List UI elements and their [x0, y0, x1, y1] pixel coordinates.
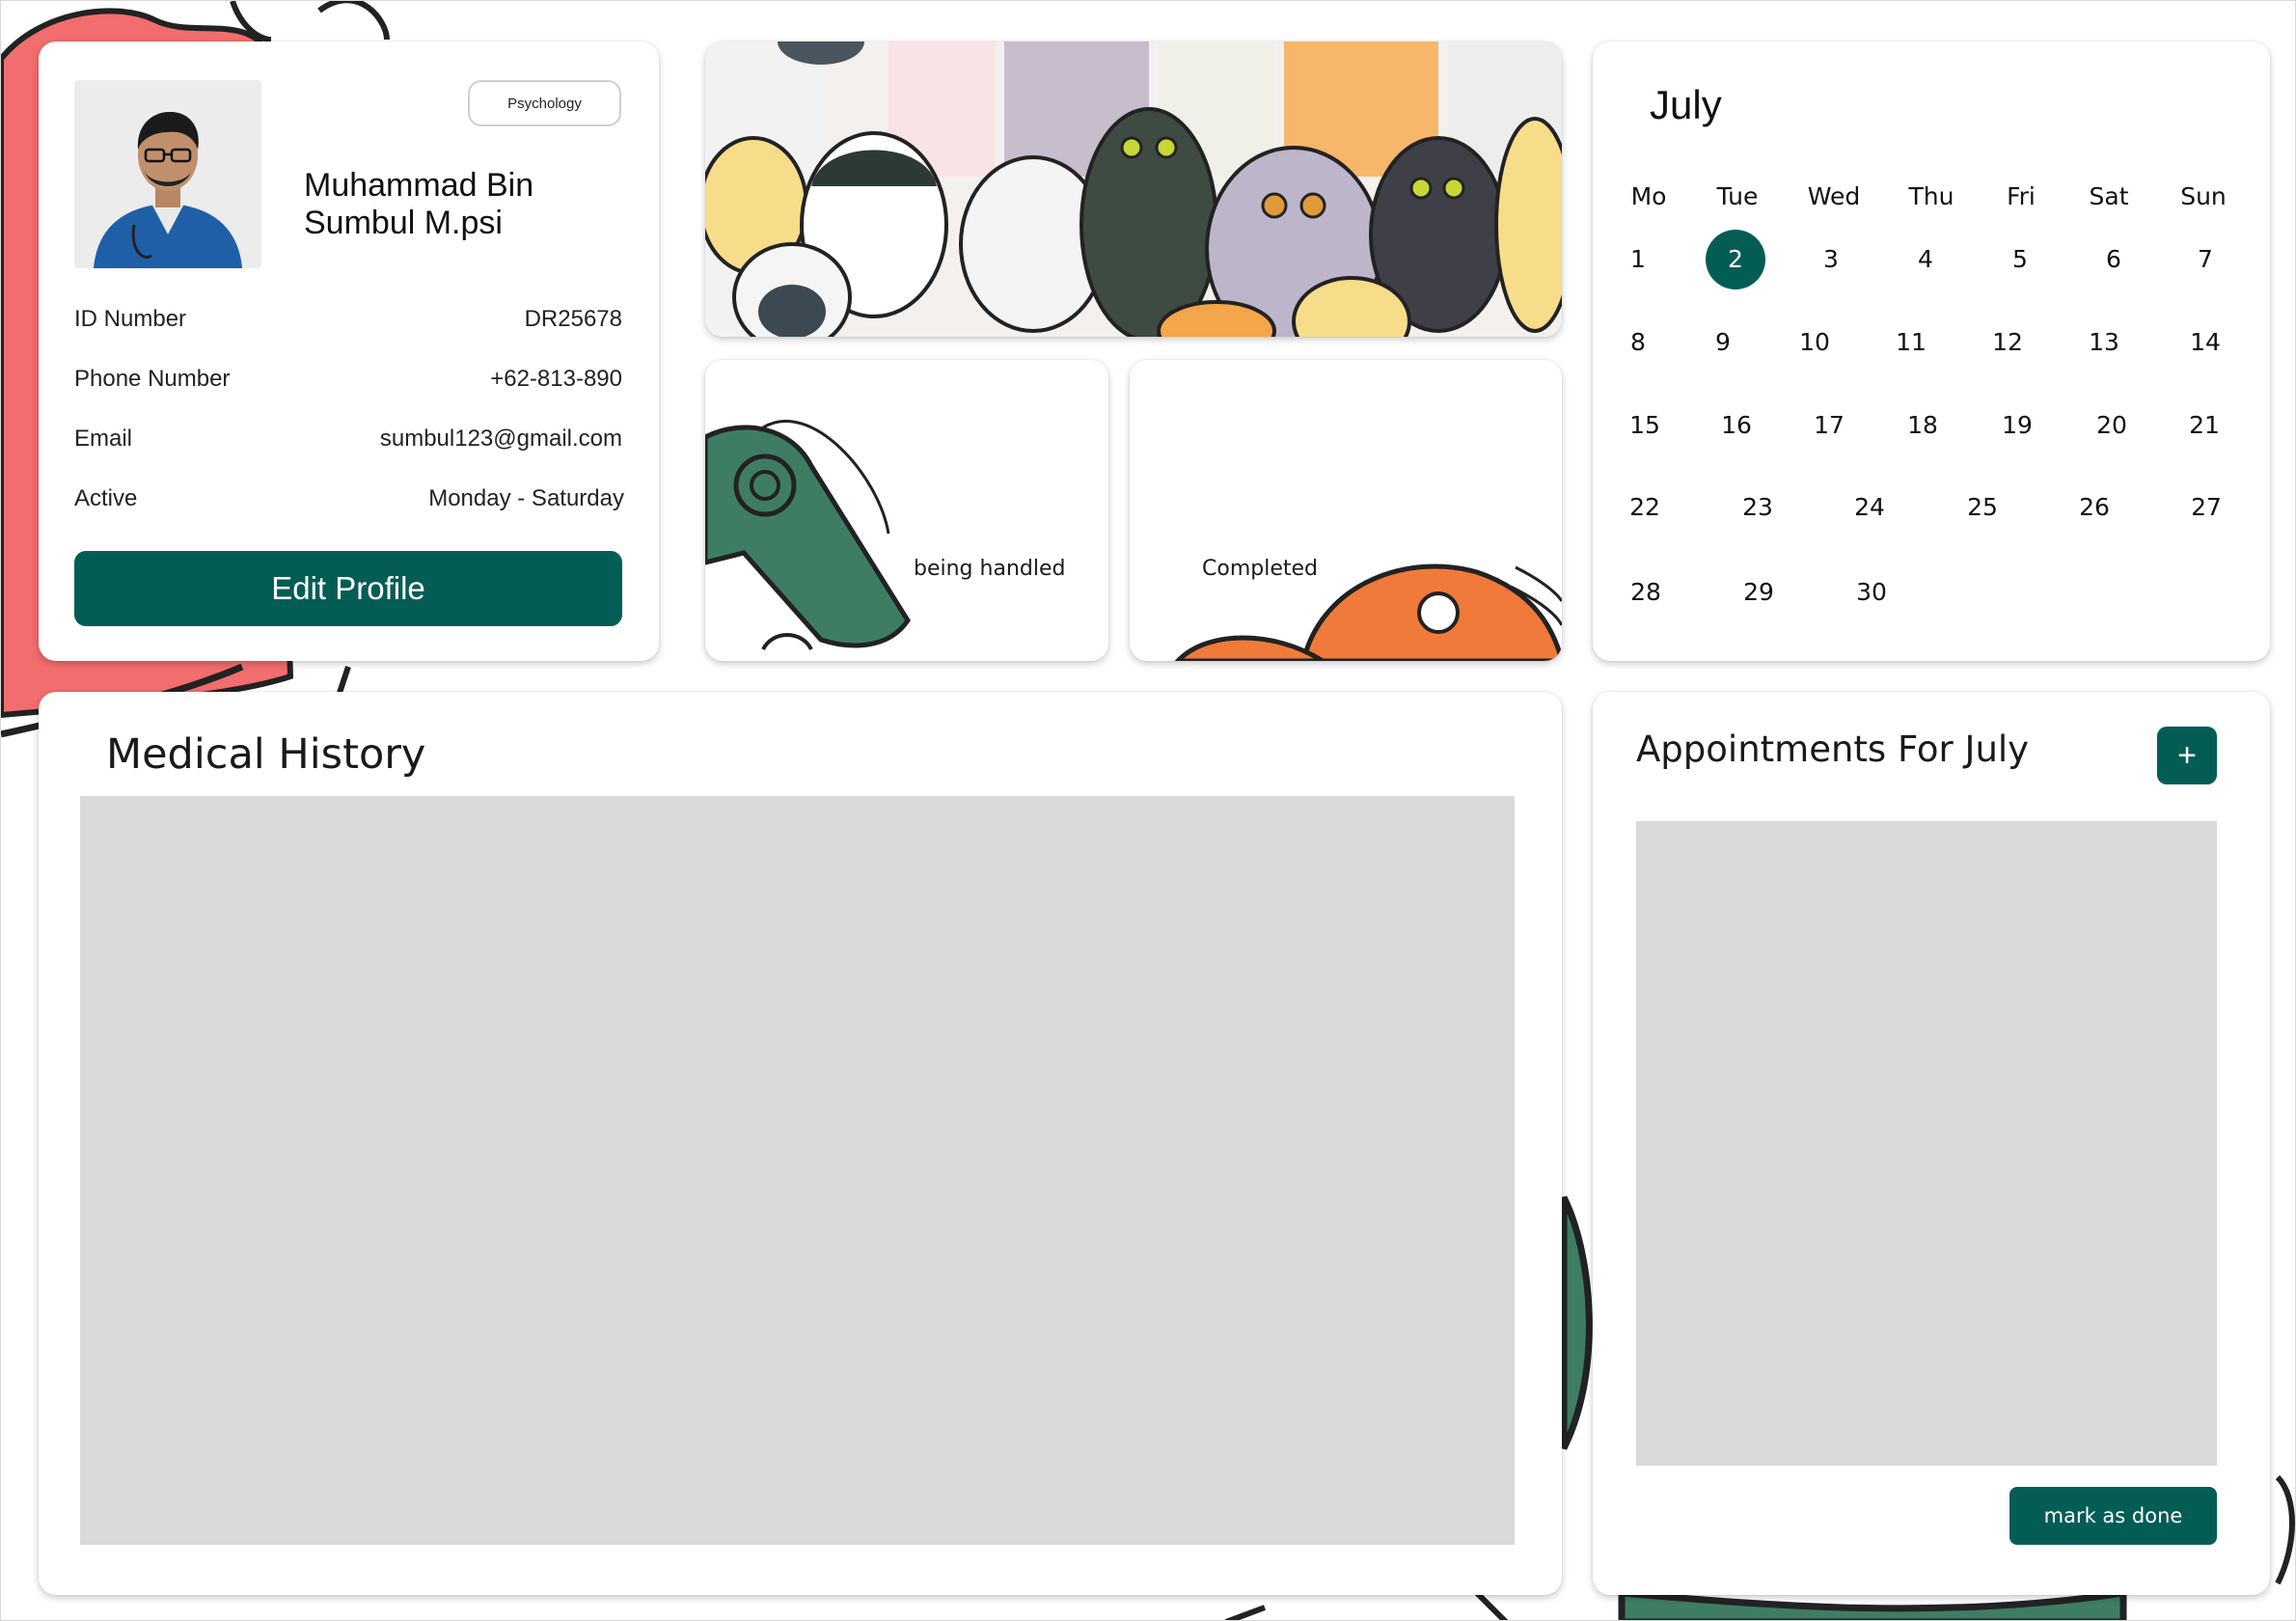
medical-history-title: Medical History — [106, 730, 426, 779]
mark-as-done-button[interactable]: mark as done — [2009, 1487, 2217, 1545]
calendar-day[interactable]: 1 — [1604, 231, 1672, 288]
add-appointment-button[interactable]: + — [2157, 727, 2217, 784]
scroll-illustration — [705, 420, 911, 651]
calendar-day[interactable]: 15 — [1611, 397, 1679, 454]
info-row-email: Email sumbul123@gmail.com — [74, 420, 622, 458]
weekday-tue: Tue — [1716, 182, 1759, 210]
calendar-card: July Mo Tue Wed Thu Fri Sat Sun 1 2 3 4 5 6 7 8 9 10 11 12… — [1593, 41, 2270, 661]
profile-card: Psychology Muhammad Bin Sumbul M.psi ID … — [39, 41, 659, 661]
fish-illustration — [1174, 563, 1562, 661]
cats-illustration — [705, 41, 1562, 337]
banner-image — [705, 41, 1562, 337]
calendar-day[interactable]: 21 — [2171, 397, 2238, 454]
info-label: Active — [74, 485, 138, 511]
info-value: Monday - Saturday — [428, 485, 624, 511]
calendar-day[interactable]: 22 — [1611, 479, 1679, 536]
calendar-day-selected[interactable]: 2 — [1706, 230, 1765, 289]
calendar-day[interactable]: 25 — [1949, 479, 2016, 536]
calendar-day[interactable]: 9 — [1689, 314, 1757, 371]
info-value: +62-813-890 — [490, 366, 622, 392]
calendar-day[interactable]: 8 — [1604, 314, 1672, 371]
being-handled-card[interactable]: being handled — [705, 360, 1108, 661]
calendar-day[interactable]: 16 — [1703, 397, 1770, 454]
calendar-day[interactable]: 19 — [1983, 397, 2051, 454]
weekday-thu: Thu — [1908, 182, 1954, 210]
info-row-id: ID Number DR25678 — [74, 300, 622, 339]
calendar-day[interactable]: 12 — [1974, 314, 2041, 371]
app-window: Psychology Muhammad Bin Sumbul M.psi ID … — [0, 0, 2296, 1621]
calendar-day[interactable]: 6 — [2080, 231, 2147, 288]
calendar-day[interactable]: 30 — [1838, 563, 1905, 621]
appointments-list-panel — [1636, 821, 2217, 1466]
weekday-mo: Mo — [1630, 182, 1667, 210]
info-label: ID Number — [74, 306, 187, 332]
weekday-sun: Sun — [2180, 182, 2227, 210]
doctor-name-line1: Muhammad Bin — [304, 167, 534, 204]
calendar-day[interactable]: 26 — [2061, 479, 2128, 536]
edit-profile-button[interactable]: Edit Profile — [74, 551, 622, 626]
calendar-day[interactable]: 7 — [2172, 231, 2239, 288]
weekday-wed: Wed — [1807, 182, 1861, 210]
calendar-day[interactable]: 4 — [1892, 231, 1959, 288]
avatar — [74, 80, 261, 268]
medical-history-panel — [80, 796, 1515, 1545]
calendar-day[interactable]: 24 — [1836, 479, 1903, 536]
info-row-active: Active Monday - Saturday — [74, 480, 624, 518]
completed-label: Completed — [1202, 557, 1318, 581]
specialty-badge: Psychology — [468, 80, 621, 126]
appointments-title: Appointments For July — [1636, 728, 2030, 770]
calendar-day[interactable]: 27 — [2173, 479, 2240, 536]
appointments-card: Appointments For July + mark as done — [1593, 692, 2270, 1595]
weekday-fri: Fri — [2007, 182, 2036, 210]
being-handled-label: being handled — [914, 557, 1066, 581]
completed-card[interactable]: Completed — [1130, 360, 1562, 661]
calendar-day[interactable]: 13 — [2070, 314, 2138, 371]
info-value: DR25678 — [524, 306, 622, 332]
weekday-sat: Sat — [2089, 182, 2129, 210]
calendar-day[interactable]: 28 — [1612, 563, 1680, 621]
calendar-day[interactable]: 11 — [1877, 314, 1945, 371]
info-label: Phone Number — [74, 366, 231, 392]
info-row-phone: Phone Number +62-813-890 — [74, 360, 622, 398]
calendar-day[interactable]: 14 — [2172, 314, 2239, 371]
calendar-day[interactable]: 5 — [1986, 231, 2054, 288]
info-label: Email — [74, 426, 133, 452]
calendar-day[interactable]: 17 — [1795, 397, 1863, 454]
doctor-name-line2: Sumbul M.psi — [304, 205, 503, 241]
medical-history-card: Medical History — [39, 692, 1562, 1595]
calendar-day[interactable]: 29 — [1725, 563, 1792, 621]
calendar-day[interactable]: 10 — [1781, 314, 1848, 371]
doctor-name: Muhammad Bin Sumbul M.psi — [304, 167, 622, 242]
info-value: sumbul123@gmail.com — [379, 426, 622, 452]
calendar-day[interactable]: 3 — [1797, 231, 1865, 288]
calendar-month: July — [1650, 82, 1722, 127]
calendar-day[interactable]: 23 — [1724, 479, 1791, 536]
calendar-day[interactable]: 20 — [2078, 397, 2146, 454]
calendar-day[interactable]: 18 — [1889, 397, 1956, 454]
